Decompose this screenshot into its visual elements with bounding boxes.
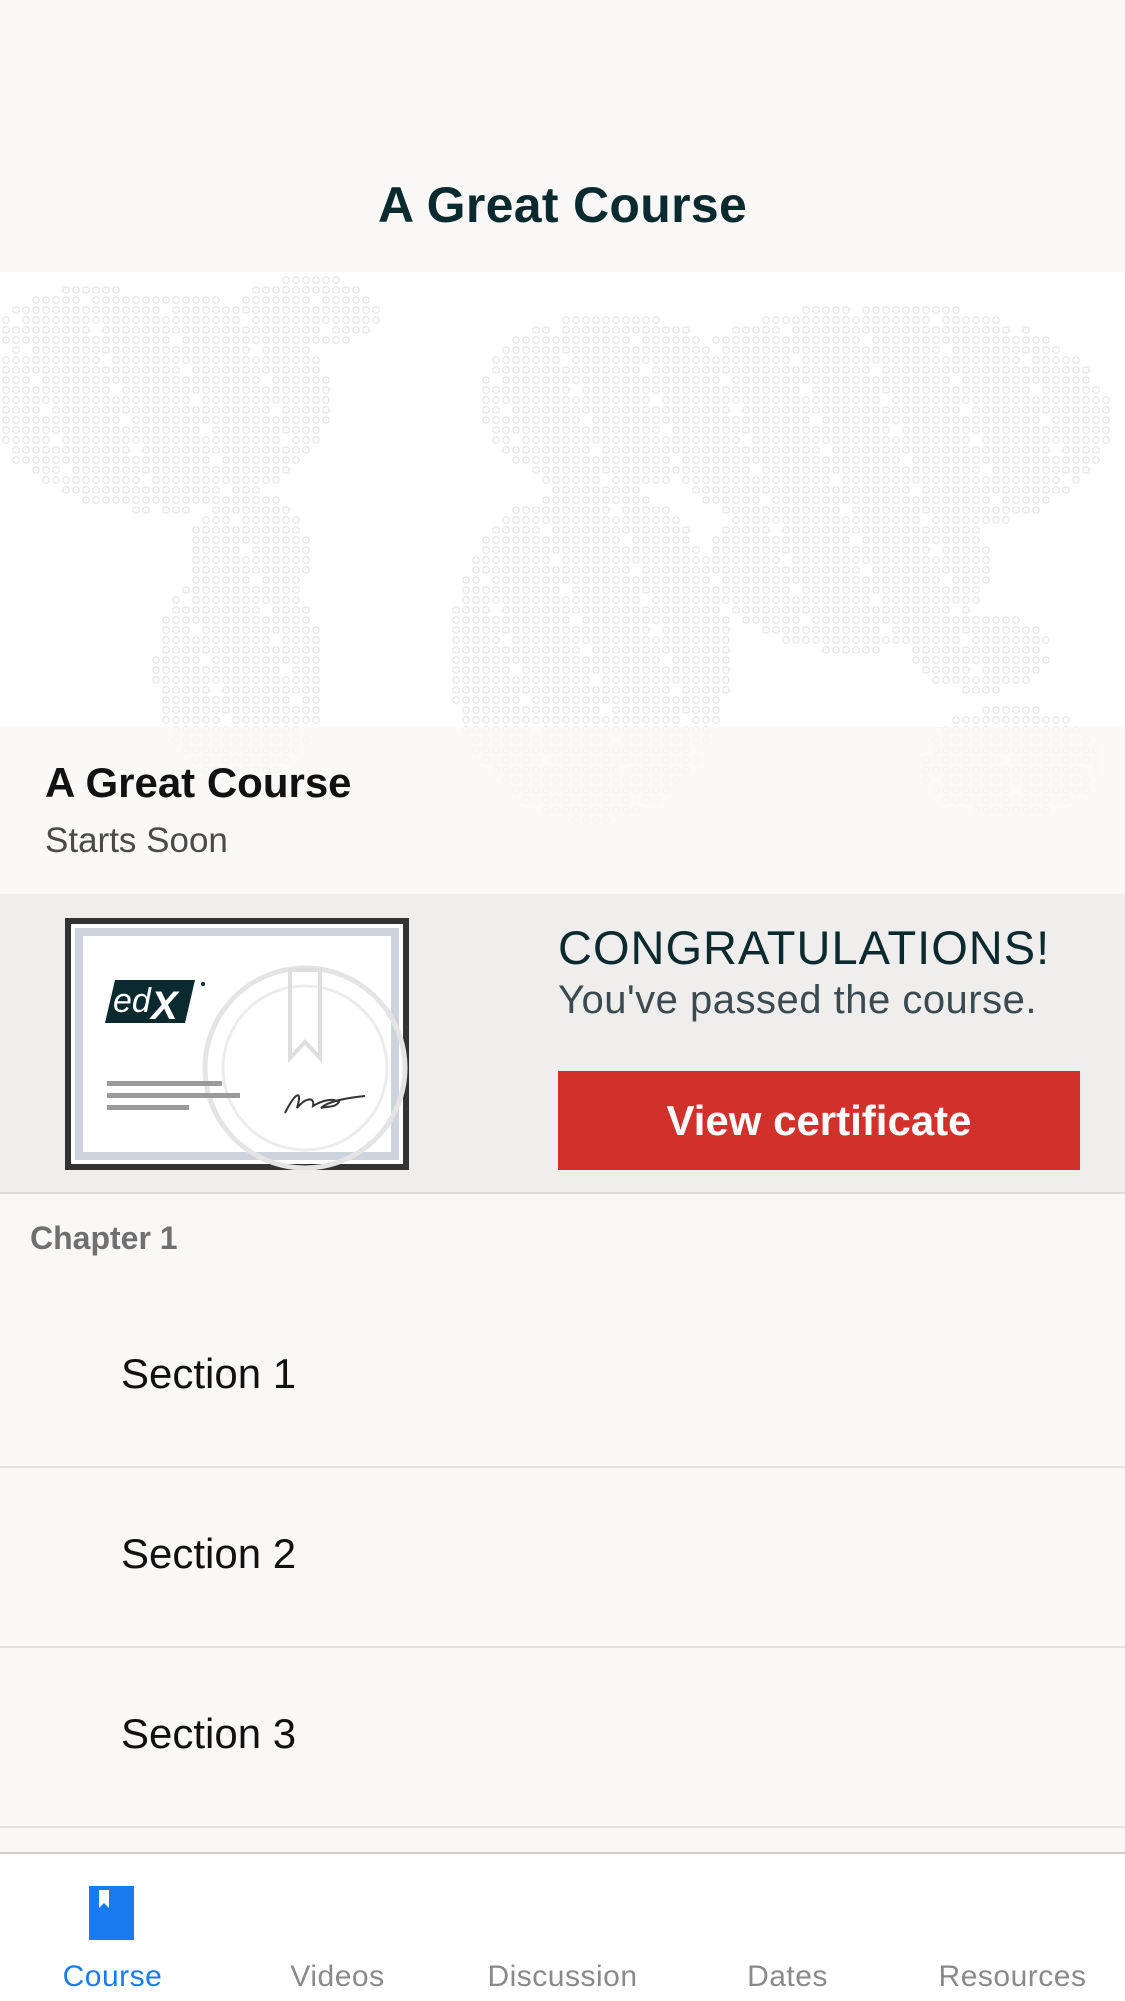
- view-certificate-button[interactable]: View certificate: [558, 1071, 1080, 1170]
- svg-text:X: X: [149, 984, 180, 1028]
- certificate-image: ed X: [65, 918, 409, 1170]
- certificate-banner: ed X CONGRATULATIONS! You've passed the …: [0, 894, 1125, 1194]
- tab-bar: Course Videos Discussion Dates Resources: [0, 1852, 1125, 2001]
- tab-label: Discussion: [487, 1960, 638, 1993]
- tab-discussion[interactable]: Discussion: [450, 1854, 675, 2001]
- congratulations-subtitle: You've passed the course.: [558, 978, 1037, 1022]
- course-name: A Great Course: [45, 759, 352, 806]
- navigation-bar: A Great Course: [0, 0, 1125, 272]
- page-title: A Great Course: [377, 177, 748, 233]
- svg-text:ed: ed: [113, 982, 152, 1020]
- course-status: Starts Soon: [45, 821, 228, 860]
- course-info-panel: A Great Course Starts Soon: [0, 727, 1125, 894]
- tab-label: Resources: [938, 1960, 1087, 1993]
- section-row[interactable]: Section 3: [0, 1648, 1125, 1828]
- course-dashboard-screen: A Great Course A Great Course Starts Soo…: [0, 0, 1125, 2001]
- section-row[interactable]: Section 2: [0, 1468, 1125, 1648]
- tab-label: Course: [62, 1960, 163, 1993]
- course-header: A Great Course Starts Soon: [0, 272, 1125, 894]
- tab-resources[interactable]: Resources: [900, 1854, 1125, 2001]
- tab-label: Videos: [290, 1960, 385, 1993]
- chapter-header: Chapter 1: [30, 1220, 178, 1256]
- section-label: Section 1: [121, 1350, 297, 1397]
- section-list: Section 1 Section 2 Section 3: [0, 1288, 1125, 1828]
- section-label: Section 3: [121, 1710, 297, 1757]
- tab-dates[interactable]: Dates: [675, 1854, 900, 2001]
- congratulations-title: CONGRATULATIONS!: [558, 921, 1051, 974]
- section-label: Section 2: [121, 1530, 297, 1577]
- tab-videos[interactable]: Videos: [225, 1854, 450, 2001]
- tab-label: Dates: [747, 1960, 828, 1993]
- tab-course[interactable]: Course: [0, 1854, 225, 2001]
- section-row[interactable]: Section 1: [0, 1288, 1125, 1468]
- bookmark-icon: [89, 1886, 134, 1940]
